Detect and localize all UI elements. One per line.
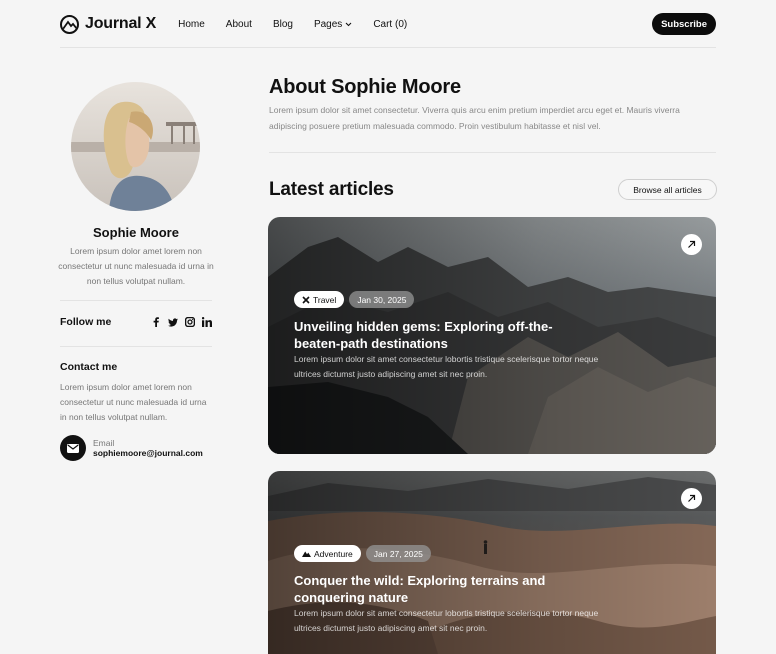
article-card[interactable]: Travel Jan 30, 2025 Unveiling hidden gem… bbox=[268, 217, 716, 454]
about-title: About Sophie Moore bbox=[269, 76, 461, 98]
category-tag[interactable]: Travel bbox=[294, 291, 345, 308]
arrow-up-right-icon[interactable] bbox=[681, 488, 702, 509]
instagram-icon[interactable] bbox=[185, 317, 195, 327]
main-divider bbox=[269, 152, 716, 153]
article-excerpt: Lorem ipsum dolor sit amet consectetur l… bbox=[294, 354, 599, 379]
nav-pages[interactable]: Pages bbox=[314, 19, 352, 30]
chevron-down-icon bbox=[345, 22, 352, 26]
nav-cart[interactable]: Cart (0) bbox=[373, 19, 407, 30]
social-links bbox=[151, 317, 212, 327]
avatar bbox=[71, 82, 200, 211]
latest-articles-title: Latest articles bbox=[269, 179, 394, 200]
logo[interactable]: Journal X bbox=[60, 14, 157, 34]
article-card[interactable]: Adventure Jan 27, 2025 Conquer the wild:… bbox=[268, 471, 716, 654]
date-tag: Jan 27, 2025 bbox=[365, 545, 431, 562]
about-text: Lorem ipsum dolor sit amet consectetur. … bbox=[269, 105, 680, 131]
nav-blog[interactable]: Blog bbox=[273, 19, 293, 30]
logo-mountain-icon bbox=[60, 14, 79, 34]
sidebar-divider bbox=[60, 300, 212, 301]
subscribe-button[interactable]: Subscribe bbox=[652, 13, 716, 35]
site-header: Journal X Home About Blog Pages Cart (0)… bbox=[60, 11, 716, 37]
facebook-icon[interactable] bbox=[151, 317, 161, 327]
category-label: Adventure bbox=[314, 548, 353, 559]
email-label: Email bbox=[93, 438, 115, 448]
main-nav: Home About Blog Pages Cart (0) bbox=[178, 19, 428, 30]
twitter-icon[interactable] bbox=[168, 317, 178, 327]
header-divider bbox=[60, 47, 716, 48]
arrow-up-right-icon[interactable] bbox=[681, 234, 702, 255]
article-excerpt: Lorem ipsum dolor sit amet consectetur l… bbox=[294, 608, 599, 633]
category-tag[interactable]: Adventure bbox=[294, 545, 361, 562]
browse-all-articles-button[interactable]: Browse all articles bbox=[618, 179, 717, 200]
date-tag: Jan 30, 2025 bbox=[349, 291, 415, 308]
article-tags: Adventure Jan 27, 2025 bbox=[294, 545, 431, 562]
nav-about[interactable]: About bbox=[226, 19, 252, 30]
contact-text: Lorem ipsum dolor amet lorem non consect… bbox=[60, 382, 207, 422]
sidebar-divider bbox=[60, 346, 212, 347]
follow-label: Follow me bbox=[60, 316, 112, 328]
email-contact[interactable]: Email sophiemoore@journal.com bbox=[60, 435, 203, 461]
article-title[interactable]: Unveiling hidden gems: Exploring off-the… bbox=[294, 318, 564, 352]
plane-icon bbox=[302, 295, 310, 304]
logo-text: Journal X bbox=[85, 15, 157, 32]
author-bio: Lorem ipsum dolor amet lorem non consect… bbox=[58, 246, 214, 286]
email-value[interactable]: sophiemoore@journal.com bbox=[93, 448, 203, 458]
article-title[interactable]: Conquer the wild: Exploring terrains and… bbox=[294, 572, 564, 606]
mail-icon bbox=[60, 435, 86, 461]
nav-home[interactable]: Home bbox=[178, 19, 205, 30]
article-tags: Travel Jan 30, 2025 bbox=[294, 291, 415, 308]
linkedin-icon[interactable] bbox=[202, 317, 212, 327]
category-label: Travel bbox=[313, 294, 337, 305]
nav-pages-label: Pages bbox=[313, 18, 343, 30]
mountain-icon bbox=[302, 551, 311, 557]
follow-row: Follow me bbox=[60, 316, 212, 328]
contact-title: Contact me bbox=[60, 361, 118, 373]
author-name: Sophie Moore bbox=[93, 225, 179, 240]
email-info: Email sophiemoore@journal.com bbox=[93, 438, 203, 458]
